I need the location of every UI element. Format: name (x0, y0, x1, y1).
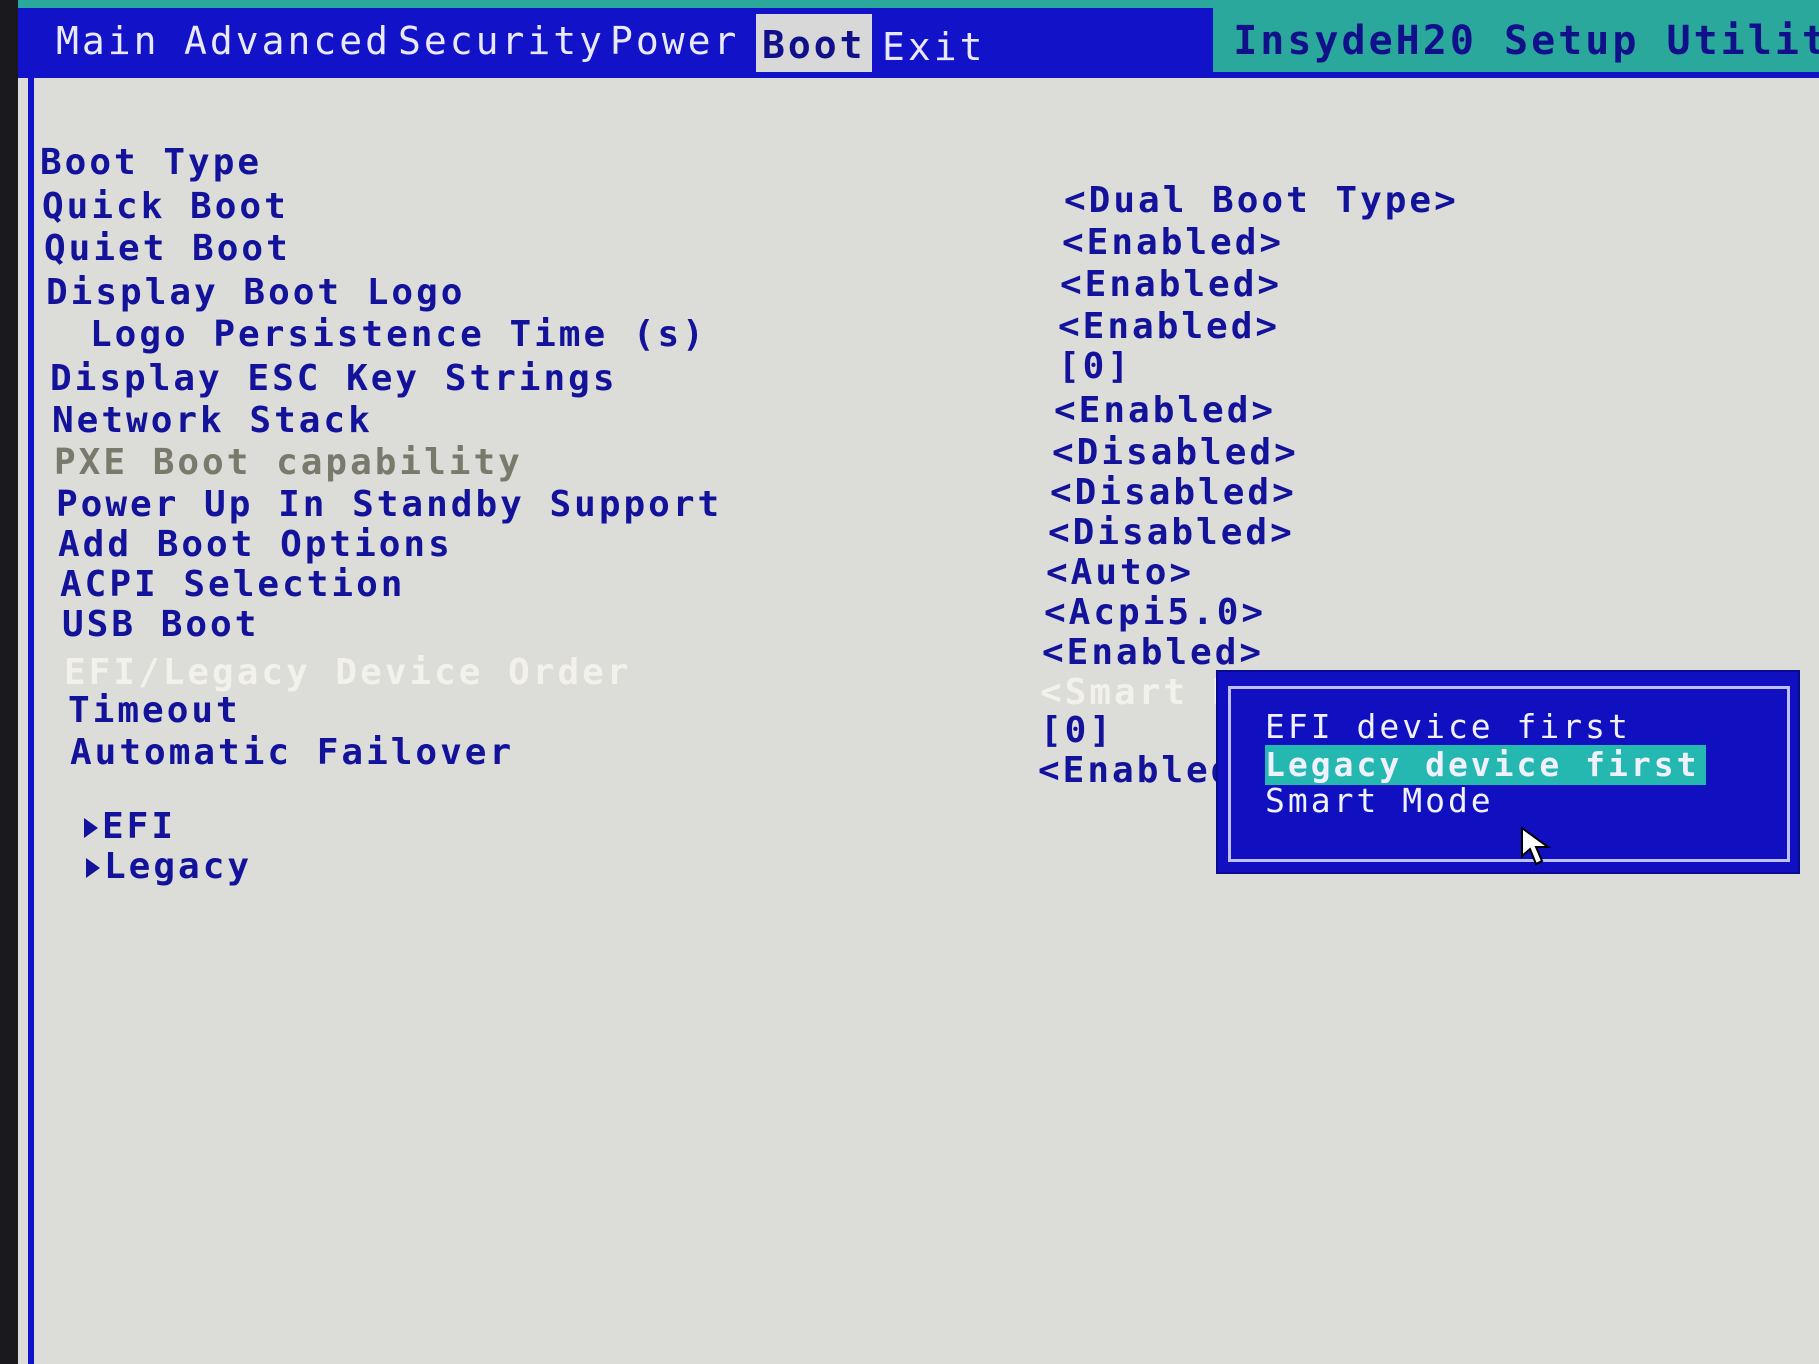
setting-value-power-up-in-standby[interactable]: <Disabled> (1048, 512, 1295, 553)
setting-label-boot-type[interactable]: Boot Type (40, 142, 262, 183)
setting-value-display-boot-logo[interactable]: <Enabled> (1058, 306, 1280, 347)
submenu-efi[interactable]: EFI (84, 806, 176, 847)
setting-label-automatic-failover[interactable]: Automatic Failover (70, 732, 514, 773)
setting-label-quick-boot[interactable]: Quick Boot (42, 186, 289, 227)
menu-bar-top-strip (18, 0, 1819, 8)
setting-label-power-up-in-standby[interactable]: Power Up In Standby Support (56, 484, 722, 525)
triangle-right-icon (84, 818, 98, 838)
submenu-legacy-label: Legacy (104, 846, 253, 887)
setting-label-timeout[interactable]: Timeout (68, 690, 241, 731)
setting-value-network-stack[interactable]: <Disabled> (1052, 432, 1299, 473)
tab-boot[interactable]: Boot (756, 14, 872, 76)
option-legacy-device-first[interactable]: Legacy device first (1265, 745, 1706, 785)
bios-screen: Main Advanced Security Power Boot Exit I… (18, 0, 1819, 1364)
setting-value-efi-legacy-device-order[interactable]: <Smart M (1040, 672, 1237, 713)
tab-power[interactable]: Power (610, 10, 739, 72)
setting-value-boot-type[interactable]: <Dual Boot Type> (1064, 180, 1459, 221)
setting-value-usb-boot[interactable]: <Enabled> (1042, 632, 1264, 673)
setting-label-pxe-boot-capability: PXE Boot capability (54, 442, 523, 483)
tab-advanced[interactable]: Advanced (184, 10, 391, 72)
setting-label-acpi-selection[interactable]: ACPI Selection (60, 564, 405, 605)
setting-value-acpi-selection[interactable]: <Acpi5.0> (1044, 592, 1266, 633)
setting-label-usb-boot[interactable]: USB Boot (62, 604, 259, 645)
option-smart-mode[interactable]: Smart Mode (1265, 781, 1494, 821)
submenu-legacy[interactable]: Legacy (86, 846, 252, 887)
setting-label-display-esc-key-strings[interactable]: Display ESC Key Strings (50, 358, 618, 399)
tab-exit[interactable]: Exit (882, 16, 986, 78)
option-popup: EFI device first Legacy device first Sma… (1218, 672, 1798, 872)
setting-value-display-esc-key-strings[interactable]: <Enabled> (1054, 390, 1276, 431)
setting-label-quiet-boot[interactable]: Quiet Boot (44, 228, 291, 269)
setting-label-display-boot-logo[interactable]: Display Boot Logo (46, 272, 465, 313)
menu-bar: Main Advanced Security Power Boot Exit I… (18, 0, 1819, 78)
setting-value-timeout[interactable]: [0] (1040, 710, 1114, 751)
setting-label-network-stack[interactable]: Network Stack (52, 400, 373, 441)
option-efi-device-first[interactable]: EFI device first (1265, 707, 1631, 747)
setting-label-logo-persistence-time[interactable]: Logo Persistence Time (s) (90, 314, 707, 355)
option-popup-border: EFI device first Legacy device first Sma… (1228, 686, 1790, 862)
triangle-right-icon (86, 858, 100, 878)
tab-security[interactable]: Security (398, 10, 605, 72)
mouse-cursor-icon (1521, 826, 1552, 866)
setting-value-quick-boot[interactable]: <Enabled> (1062, 222, 1284, 263)
tab-main[interactable]: Main (56, 10, 160, 72)
utility-title: InsydeH20 Setup Utilit (1213, 8, 1819, 74)
setting-value-quiet-boot[interactable]: <Enabled> (1060, 264, 1282, 305)
setting-label-add-boot-options[interactable]: Add Boot Options (58, 524, 453, 565)
setting-value-pxe-boot-capability: <Disabled> (1050, 472, 1297, 513)
setting-value-automatic-failover[interactable]: <Enabled (1038, 750, 1235, 791)
setting-value-logo-persistence-time[interactable]: [0] (1058, 346, 1132, 387)
submenu-efi-label: EFI (102, 806, 177, 847)
setting-label-efi-legacy-device-order[interactable]: EFI/Legacy Device Order (64, 652, 632, 693)
setting-value-add-boot-options[interactable]: <Auto> (1046, 552, 1194, 593)
